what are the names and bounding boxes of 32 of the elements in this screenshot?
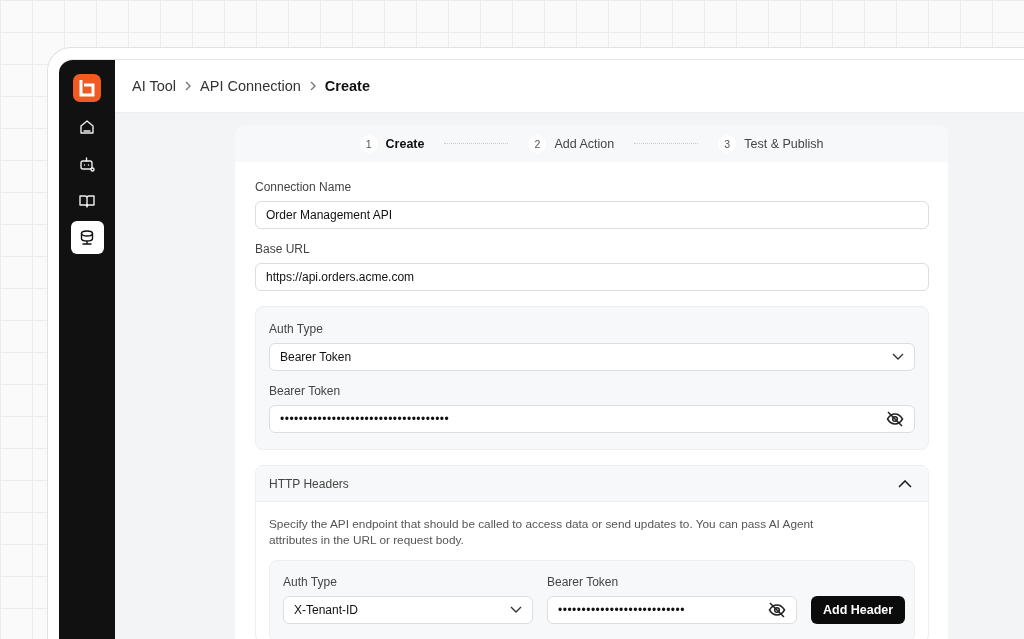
step-number: 1 (359, 134, 378, 153)
section-header[interactable]: HTTP Headers (256, 466, 928, 502)
description-text: Specify the API endpoint that should be called to access data or send updates to. You can pass AI Agent attributes in the URL or request body. (269, 516, 815, 548)
chevron-down-icon (892, 353, 904, 361)
breadcrumb-link[interactable]: AI Tool (132, 78, 177, 94)
add-header-button[interactable]: Add Header (811, 596, 906, 624)
select-field[interactable]: Bearer Token (269, 343, 915, 371)
chevron-right-icon (308, 80, 317, 92)
select-field[interactable]: X-Tenant-ID (283, 596, 533, 624)
chevron-up-icon (898, 479, 912, 488)
step-number: 2 (528, 134, 547, 153)
step-label[interactable]: Test & Publish (744, 136, 824, 151)
field-label: Bearer Token (547, 575, 620, 589)
breadcrumb-link[interactable]: API Connection (200, 78, 301, 94)
password-field[interactable]: ••••••••••••••••••••••••••• (547, 596, 797, 624)
input-field[interactable]: https://api.orders.acme.com (255, 263, 929, 291)
chevron-right-icon (184, 80, 193, 92)
field-label: Auth Type (283, 575, 338, 589)
password-field[interactable]: •••••••••••••••••••••••••••••••••••• (269, 405, 915, 433)
input-field[interactable]: Order Management API (255, 201, 929, 229)
field-label: Auth Type (269, 322, 324, 336)
eye-off-icon[interactable] (886, 410, 904, 428)
step-number: 3 (718, 134, 737, 153)
chevron-down-icon (510, 606, 522, 614)
database-icon[interactable] (70, 221, 104, 254)
step-label[interactable]: Create (385, 136, 425, 151)
field-label: Connection Name (255, 180, 353, 194)
logo-icon (73, 74, 101, 102)
field-label: Base URL (255, 242, 311, 256)
step-label[interactable]: Add Action (554, 136, 615, 151)
field-label: Bearer Token (269, 384, 342, 398)
eye-off-icon[interactable] (768, 601, 786, 619)
